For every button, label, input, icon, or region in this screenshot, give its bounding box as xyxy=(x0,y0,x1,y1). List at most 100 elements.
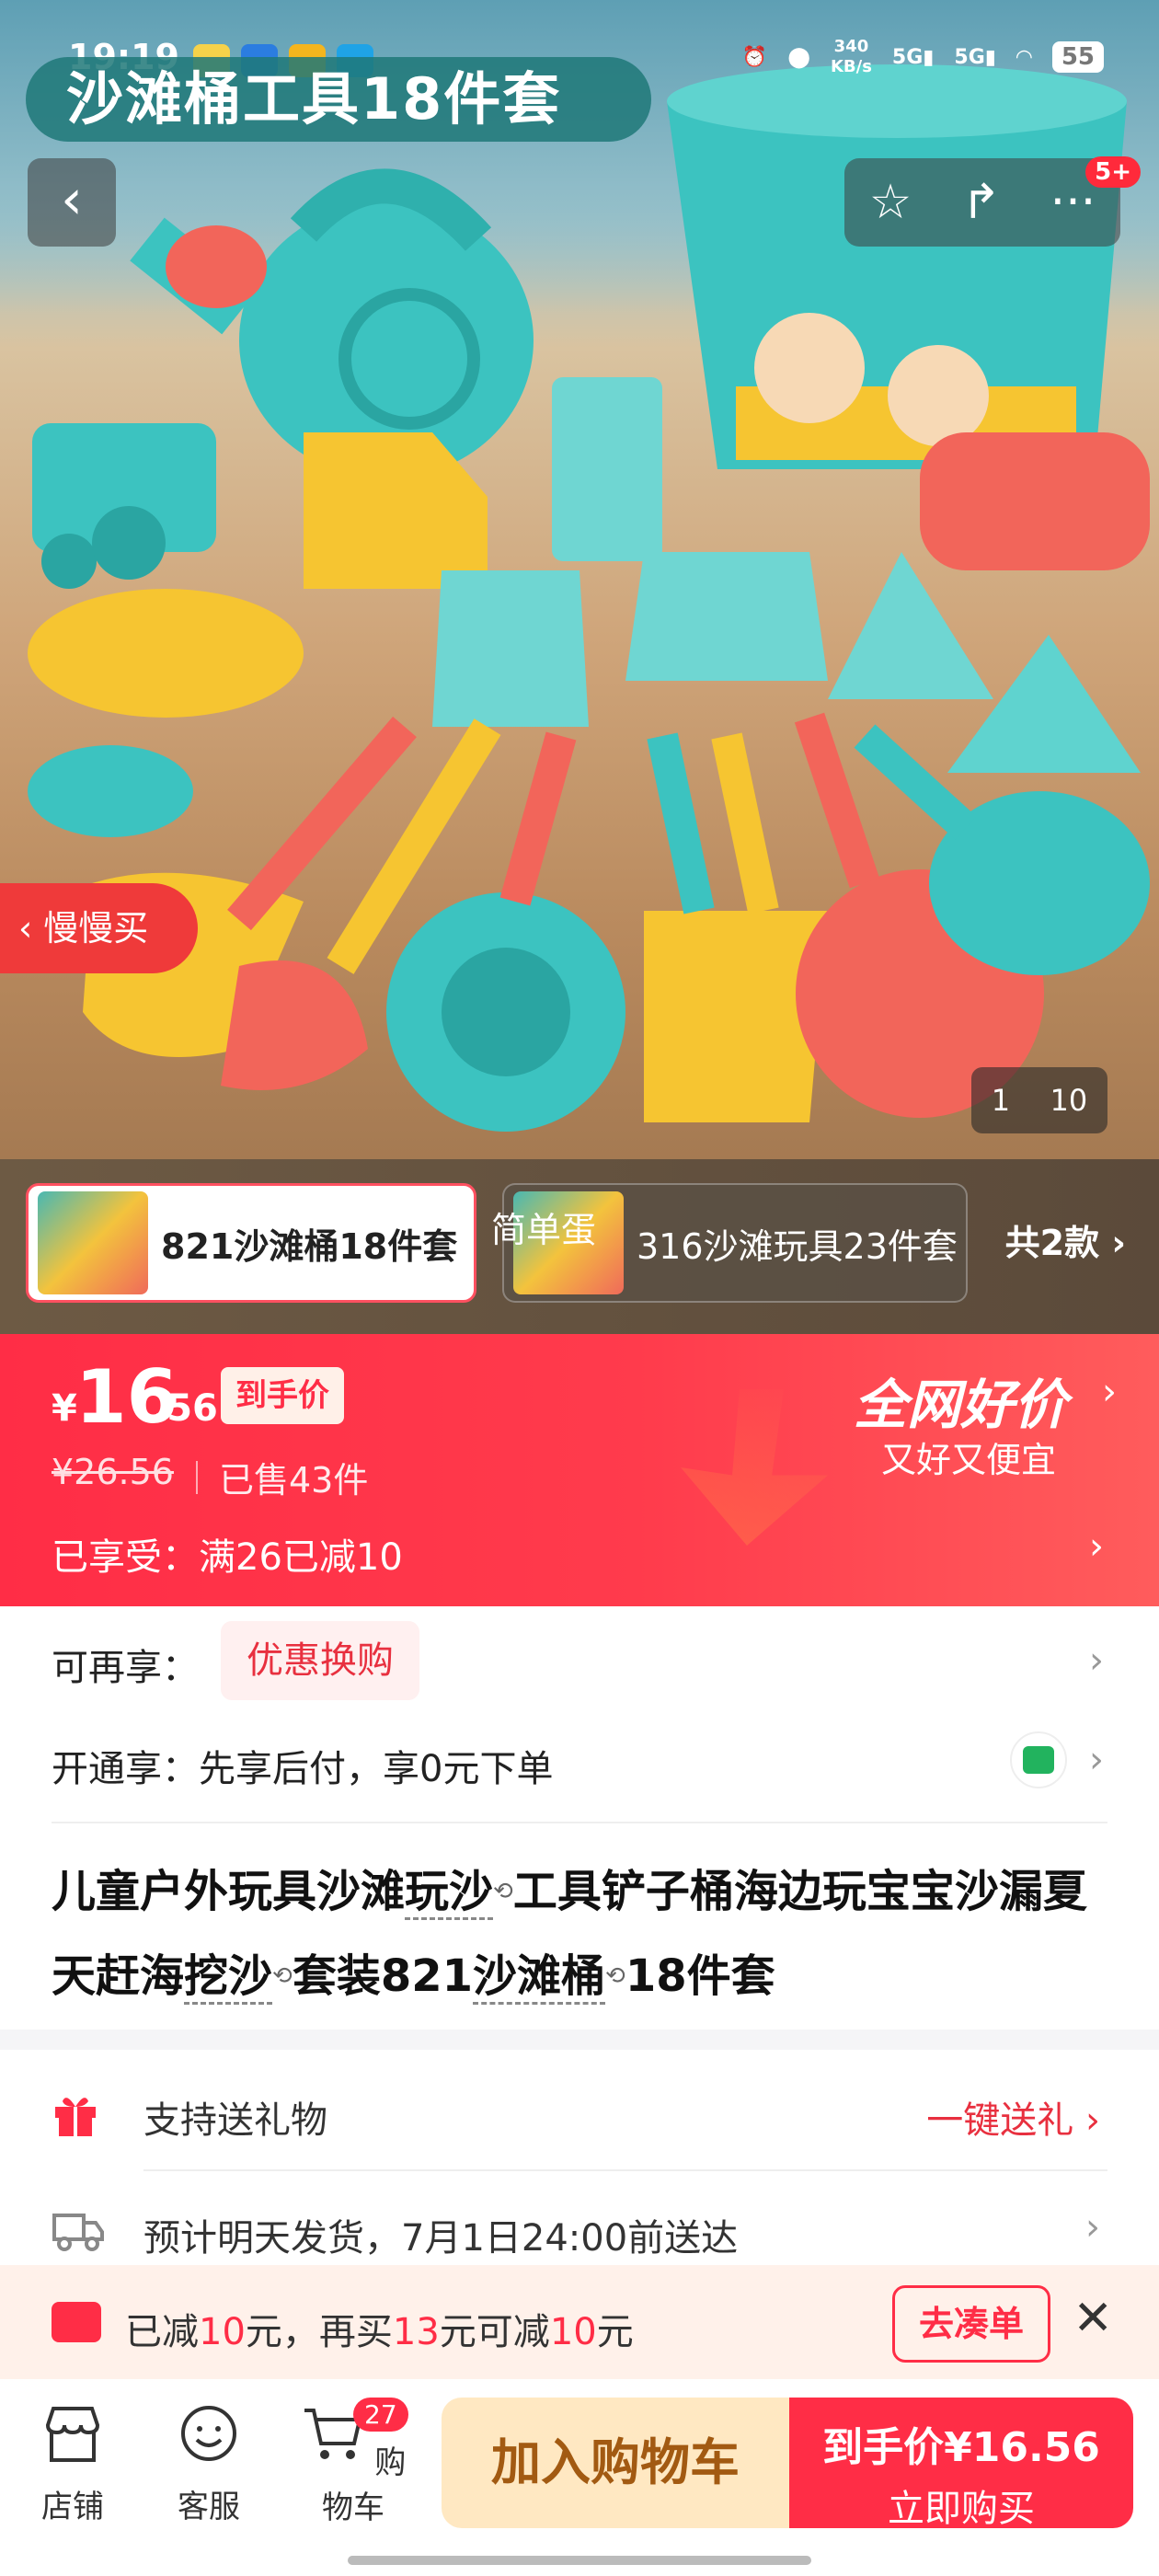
title-text: 套装821 xyxy=(292,1950,474,2002)
more-enjoy-label: 可再享： xyxy=(52,1647,199,1689)
gift-text: 支持送礼物 xyxy=(143,2099,327,2142)
signal-label: 5G xyxy=(954,45,985,69)
coupon-icon xyxy=(52,2302,101,2342)
section-gap xyxy=(0,2030,1159,2050)
gift-icon xyxy=(55,2098,96,2136)
delivery-text: 预计明天发货，7月1日24:00前送达 xyxy=(143,2217,739,2260)
signal-icon: 5G▮ xyxy=(891,45,935,69)
add-items-button[interactable]: 去凑单 xyxy=(892,2285,1050,2363)
customer-service-label: 客服 xyxy=(178,2489,240,2525)
buy-now-button[interactable]: 到手价¥16.56 立即购买 xyxy=(789,2398,1133,2530)
search-icon: ⟲ xyxy=(605,1962,625,1990)
deal-subtitle: 又好又便宜 xyxy=(880,1440,1056,1480)
divider xyxy=(52,1822,1107,1823)
slow-buy-label: 慢慢买 xyxy=(43,908,149,949)
title-keyword[interactable]: 挖沙 xyxy=(184,1950,273,2005)
top-action-group: ☆ ↱ ··· xyxy=(844,158,1120,247)
truck-icon xyxy=(52,2214,104,2251)
delivery-row[interactable]: 预计明天发货，7月1日24:00前送达 › xyxy=(52,2204,1107,2260)
more-icon[interactable]: ··· xyxy=(1050,175,1096,230)
net-speed-unit: KB/s xyxy=(830,57,872,76)
variant-option[interactable]: 316沙滩玩具23件套 简单蛋 xyxy=(491,1183,968,1303)
share-icon[interactable]: ↱ xyxy=(961,175,1002,230)
variant-more-link[interactable]: 共2款 › xyxy=(1005,1214,1126,1265)
chevron-right-icon[interactable]: › xyxy=(1089,1639,1104,1682)
send-gift-link[interactable]: 一键送礼 › xyxy=(926,2090,1100,2144)
cart-count-badge: 27 xyxy=(353,2398,408,2432)
price-decimal: .56 xyxy=(153,1387,218,1430)
coupon-text: 已减10元，再买13元可减10元 xyxy=(125,2302,634,2355)
coupon-text-part: 元 xyxy=(596,2311,634,2353)
divider xyxy=(143,2169,1107,2171)
price-banner: ¥ 16 .56 到手价 ¥26.56 已售43件 已享受：满26已减10 › … xyxy=(0,1334,1159,1606)
coupon-bar: 已减10元，再买13元可减10元 去凑单 ✕ xyxy=(0,2265,1159,2379)
counter-total: 10 xyxy=(1050,1083,1088,1118)
price-tag: 到手价 xyxy=(221,1367,344,1424)
arrow-decoration xyxy=(681,1389,828,1546)
chevron-right-icon[interactable]: › xyxy=(1085,2206,1100,2248)
coupon-text-part: 已减 xyxy=(125,2311,199,2353)
alarm-icon: ⏰ xyxy=(741,45,768,69)
variant-option-selected[interactable]: 821沙滩桶18件套 xyxy=(26,1183,476,1303)
title-text: 儿童户外玩具沙滩 xyxy=(52,1866,406,1917)
store-icon xyxy=(45,2407,100,2462)
notification-badge: 5+ xyxy=(1085,156,1141,188)
chevron-right-icon[interactable]: › xyxy=(1089,1739,1104,1781)
wifi-icon: ◠ xyxy=(1016,45,1032,69)
price-currency: ¥ xyxy=(52,1387,77,1430)
send-gift-label: 一键送礼 xyxy=(926,2099,1074,2142)
back-button[interactable]: ‹ xyxy=(28,158,116,247)
title-text: 18件套 xyxy=(625,1950,775,2002)
product-image-gallery[interactable]: 19:19 ⏰ ⬤ 340 KB/s 5G▮ 5G▮ ◠ 55 沙滩桶工具18件… xyxy=(0,0,1159,1159)
coupon-text-part: 元，再买 xyxy=(245,2311,393,2353)
buy-price-label: 到手价¥16.56 xyxy=(822,2424,1100,2471)
variant-thumbnail xyxy=(38,1191,148,1294)
variant-label: 821沙滩桶18件套 xyxy=(161,1225,458,1267)
search-icon: ⟲ xyxy=(493,1878,513,1905)
image-counter: 1 10 xyxy=(971,1067,1107,1133)
counter-current: 1 xyxy=(991,1083,1011,1118)
title-keyword[interactable]: 沙滩桶 xyxy=(473,1950,606,2005)
search-icon: ⟲ xyxy=(272,1962,293,1990)
variant-overlay-text: 简单蛋 xyxy=(491,1210,597,1250)
close-icon[interactable]: ✕ xyxy=(1073,2291,1113,2346)
store-button[interactable]: 店铺 xyxy=(22,2403,123,2526)
product-detail-page: 19:19 ⏰ ⬤ 340 KB/s 5G▮ 5G▮ ◠ 55 沙滩桶工具18件… xyxy=(0,0,1159,2576)
variant-selector: 821沙滩桶18件套 316沙滩玩具23件套 简单蛋 共2款 › xyxy=(0,1159,1159,1334)
open-enjoy-row[interactable]: 开通享：先享后付，享0元下单 xyxy=(52,1739,1107,1794)
payment-bag-icon xyxy=(1010,1731,1067,1788)
add-to-cart-button[interactable]: 加入购物车 xyxy=(442,2398,789,2528)
location-icon: ⬤ xyxy=(787,45,810,69)
variant-more-label: 共2款 xyxy=(1004,1223,1100,1263)
signal-icon: 5G▮ xyxy=(954,45,996,69)
star-icon[interactable]: ☆ xyxy=(869,175,912,230)
customer-service-button[interactable]: 客服 xyxy=(158,2403,259,2526)
home-indicator[interactable] xyxy=(348,2556,811,2565)
coupon-value: 13 xyxy=(392,2311,440,2353)
discount-enjoyed[interactable]: 已享受：满26已减10 xyxy=(52,1527,403,1581)
product-title: 儿童户外玩具沙滩玩沙⟲工具铲子桶海边玩宝宝沙漏夏天赶海挖沙⟲套装821沙滩桶⟲1… xyxy=(52,1849,1109,2018)
battery-indicator: 55 xyxy=(1051,41,1104,73)
more-enjoy-row[interactable]: 可再享： xyxy=(52,1638,1107,1693)
deal-title[interactable]: 全网好价 xyxy=(854,1362,1067,1439)
gift-row[interactable]: 支持送礼物 一键送礼 › xyxy=(52,2087,1107,2142)
chevron-right-icon[interactable]: › xyxy=(1089,1525,1104,1568)
store-label: 店铺 xyxy=(41,2489,104,2525)
chevron-right-icon: › xyxy=(1111,1223,1126,1263)
network-speed: 340 KB/s xyxy=(831,37,872,77)
slow-buy-button[interactable]: ‹ 慢慢买 xyxy=(0,883,198,973)
original-price: ¥26.56 xyxy=(52,1452,174,1492)
coupon-text-part: 元可减 xyxy=(439,2311,550,2353)
chevron-left-icon: ‹ xyxy=(61,167,83,232)
chevron-right-icon[interactable]: › xyxy=(1102,1371,1117,1413)
signal-label: 5G xyxy=(891,45,924,69)
chevron-left-icon: ‹ xyxy=(18,908,44,949)
hero-product-title: 沙滩桶工具18件套 xyxy=(26,57,651,142)
net-speed-value: 340 xyxy=(833,37,869,56)
sold-count: 已售43件 xyxy=(219,1460,369,1501)
title-keyword[interactable]: 玩沙 xyxy=(405,1866,494,1920)
buy-now-label: 立即购买 xyxy=(888,2488,1035,2530)
variant-label: 316沙滩玩具23件套 xyxy=(637,1225,958,1267)
exchange-promo-chip[interactable]: 优惠换购 xyxy=(221,1621,419,1700)
coupon-value: 10 xyxy=(199,2311,246,2353)
